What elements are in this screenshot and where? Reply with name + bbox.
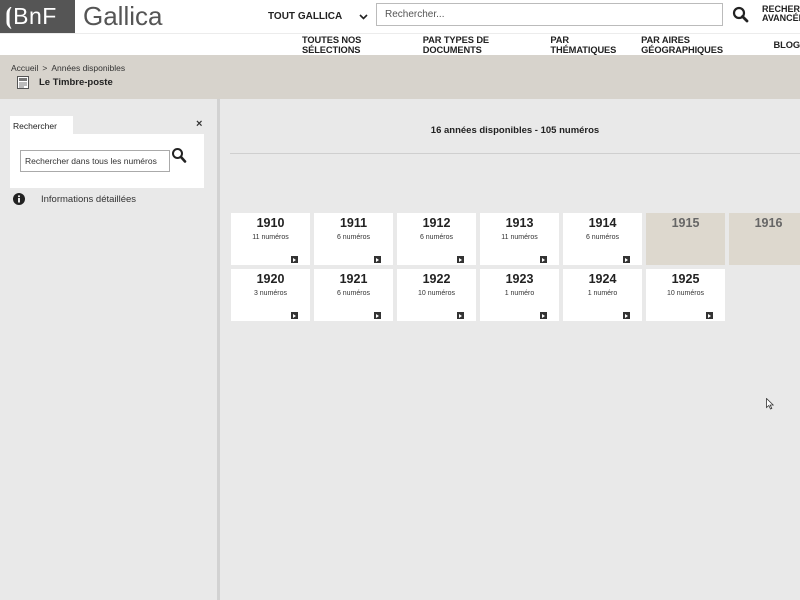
main-nav: TOUTES NOS SÉLECTIONS PAR TYPES DE DOCUM…: [0, 33, 800, 55]
mouse-cursor-icon: [766, 398, 774, 410]
breadcrumb: Accueil > Années disponibles: [11, 63, 125, 73]
issue-count: 11 numéros: [501, 234, 538, 241]
arrow-right-icon[interactable]: [540, 312, 547, 319]
issue-count: 3 numéros: [253, 290, 288, 297]
search-panel-body: [10, 134, 204, 188]
year-tile-1923[interactable]: 1923 1 numéro: [480, 269, 559, 321]
detailed-info-link[interactable]: Informations détaillées: [13, 193, 136, 205]
logo-gallica: Gallica: [75, 0, 162, 33]
logo-bnf: ⦗BnF: [0, 0, 75, 33]
nav-document-types[interactable]: PAR TYPES DE DOCUMENTS: [423, 35, 539, 55]
year-label: 1915: [671, 216, 700, 230]
search-icon[interactable]: [731, 5, 751, 25]
year-tile-1922[interactable]: 1922 10 numéros: [397, 269, 476, 321]
sidebar-divider: [217, 99, 220, 600]
search-scope-dropdown[interactable]: TOUT GALLICA: [262, 0, 374, 33]
nav-geographic-areas[interactable]: PAR AIRES GÉOGRAPHIQUES: [641, 35, 761, 55]
issue-count: 10 numéros: [667, 290, 704, 297]
year-tile-1915: 1915: [646, 213, 725, 265]
year-tile-1913[interactable]: 1913 11 numéros: [480, 213, 559, 265]
year-tile-1925[interactable]: 1925 10 numéros: [646, 269, 725, 321]
nav-themes[interactable]: PAR THÉMATIQUES: [550, 35, 629, 55]
issue-count: 11 numéros: [252, 234, 289, 241]
arrow-right-icon[interactable]: [291, 256, 298, 263]
year-tile-1921[interactable]: 1921 6 numéros: [314, 269, 393, 321]
year-label: 1923: [505, 272, 534, 286]
year-label: 1912: [422, 216, 451, 230]
search-input[interactable]: [376, 3, 723, 26]
issue-count: 6 numéros: [336, 234, 371, 241]
close-icon[interactable]: ×: [196, 118, 202, 130]
issue-count: 1 numéro: [504, 290, 535, 297]
arrow-right-icon[interactable]: [457, 256, 464, 263]
info-icon: [13, 193, 25, 205]
periodical-icon: [17, 76, 29, 89]
year-label: 1914: [588, 216, 617, 230]
issue-count: 6 numéros: [336, 290, 371, 297]
advanced-search-link[interactable]: RECHERC AVANCÉE: [762, 5, 800, 23]
arrow-right-icon[interactable]: [374, 256, 381, 263]
breadcrumb-current: Années disponibles: [51, 63, 126, 73]
year-tile-1924[interactable]: 1924 1 numéro: [563, 269, 642, 321]
year-label: 1924: [588, 272, 617, 286]
year-label: 1922: [422, 272, 451, 286]
year-tile-1920[interactable]: 1920 3 numéros: [231, 269, 310, 321]
year-tile-1911[interactable]: 1911 6 numéros: [314, 213, 393, 265]
year-label: 1920: [256, 272, 285, 286]
year-label: 1921: [339, 272, 368, 286]
arrow-right-icon[interactable]: [623, 312, 630, 319]
year-label: 1910: [256, 216, 285, 230]
availability-summary: 16 années disponibles - 105 numéros: [430, 125, 600, 136]
top-bar: ⦗BnF Gallica TOUT GALLICA RECHERC AVANCÉ…: [0, 0, 800, 33]
issue-count: 10 numéros: [418, 290, 455, 297]
year-label: 1913: [505, 216, 534, 230]
bnf-gallica-logo[interactable]: ⦗BnF Gallica: [0, 0, 162, 33]
issue-count: 6 numéros: [419, 234, 454, 241]
year-tile-1914[interactable]: 1914 6 numéros: [563, 213, 642, 265]
breadcrumb-home[interactable]: Accueil: [11, 63, 38, 73]
issue-count: 1 numéro: [587, 290, 618, 297]
nav-selections[interactable]: TOUTES NOS SÉLECTIONS: [302, 35, 411, 55]
breadcrumb-bar: Accueil > Années disponibles Le Timbre-p…: [0, 55, 800, 99]
year-label: 1911: [339, 216, 368, 230]
search-icon[interactable]: [171, 147, 187, 164]
breadcrumb-separator: >: [42, 63, 48, 73]
nav-blog[interactable]: BLOG: [774, 40, 800, 50]
issue-count: 6 numéros: [585, 234, 620, 241]
page-title: Le Timbre-poste: [39, 77, 113, 88]
arrow-right-icon[interactable]: [623, 256, 630, 263]
year-tile-1910[interactable]: 1910 11 numéros: [231, 213, 310, 265]
year-label: 1916: [754, 216, 783, 230]
arrow-right-icon[interactable]: [374, 312, 381, 319]
issue-search-panel: Rechercher ×: [10, 116, 204, 188]
year-label: 1925: [671, 272, 700, 286]
issue-search-input[interactable]: [20, 150, 170, 172]
year-tile-1916: 1916: [729, 213, 800, 265]
detailed-info-label: Informations détaillées: [41, 193, 137, 205]
year-tile-1912[interactable]: 1912 6 numéros: [397, 213, 476, 265]
arrow-right-icon[interactable]: [706, 312, 713, 319]
summary-divider: [230, 153, 800, 154]
search-scope-label: TOUT GALLICA: [268, 11, 343, 22]
arrow-right-icon[interactable]: [540, 256, 547, 263]
arrow-right-icon[interactable]: [291, 312, 298, 319]
arrow-right-icon[interactable]: [457, 312, 464, 319]
search-panel-tab[interactable]: Rechercher: [10, 116, 73, 134]
chevron-down-icon: [359, 13, 368, 20]
